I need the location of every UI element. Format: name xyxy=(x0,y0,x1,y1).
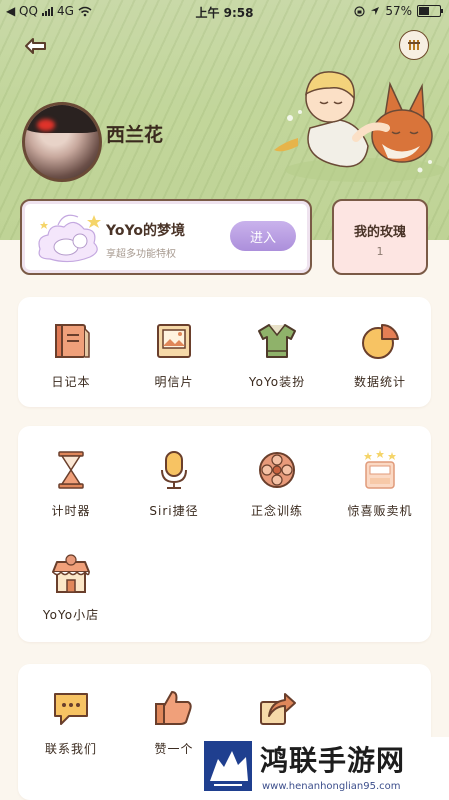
grid-item-diary[interactable]: 日记本 xyxy=(21,319,121,390)
grid-item-mindfulness[interactable]: 正念训练 xyxy=(227,448,327,519)
grid-item-timer[interactable]: 计时器 xyxy=(21,448,121,519)
grid-item-statistics[interactable]: 数据统计 xyxy=(330,319,430,390)
grid-item-postcard[interactable]: 明信片 xyxy=(124,319,224,390)
enter-button[interactable]: 进入 xyxy=(230,221,296,251)
my-roses-title: 我的玫瑰 xyxy=(353,225,406,240)
grid-item-siri[interactable]: Siri捷径 xyxy=(124,448,224,519)
site-watermark: 鸿联手游网 www.henanhonglian95.com xyxy=(198,737,449,800)
settings-button[interactable] xyxy=(399,30,429,60)
grid-item-contact[interactable]: 联系我们 xyxy=(21,686,121,757)
flower-icon xyxy=(259,452,295,488)
dream-card-title: YoYo的梦境 xyxy=(106,223,185,239)
grid-item-label: 明信片 xyxy=(154,375,194,389)
postcard-icon xyxy=(157,324,191,358)
my-roses-card[interactable]: 我的玫瑰 1 xyxy=(332,199,428,275)
shop-icon xyxy=(52,554,90,593)
share-icon xyxy=(260,693,296,725)
grid-item-label: YoYo小店 xyxy=(42,608,100,622)
watermark-title: 鸿联手游网 xyxy=(260,744,406,777)
grid-item-label: Siri捷径 xyxy=(149,504,199,518)
thumbs-up-icon xyxy=(155,691,192,725)
features-card-2: 计时器 Siri捷径 正念训练 惊喜贩卖机 YoYo小店 xyxy=(18,426,431,642)
sleeping-boy-fox-illustration xyxy=(274,71,445,182)
dream-card-subtitle: 享超多功能特权 xyxy=(106,249,176,260)
grid-item-shop[interactable]: YoYo小店 xyxy=(21,552,121,623)
grid-item-label: 日记本 xyxy=(51,375,91,389)
back-arrow-icon xyxy=(25,38,46,54)
avatar[interactable] xyxy=(22,102,102,182)
grid-item-share[interactable] xyxy=(227,686,327,740)
grid-item-label: 数据统计 xyxy=(353,375,406,389)
sweater-icon xyxy=(258,324,296,358)
features-card-1: 日记本 明信片 YoYo装扮 数据统计 xyxy=(18,297,431,407)
battery-percent: 57% xyxy=(385,4,412,18)
lock-rotation-icon xyxy=(354,5,365,17)
wolf-logo-icon xyxy=(204,741,252,791)
battery-icon xyxy=(417,5,443,17)
grid-item-label: YoYo装扮 xyxy=(248,375,306,389)
hourglass-icon xyxy=(58,451,84,489)
dream-cloud-illustration xyxy=(38,214,101,263)
chat-icon xyxy=(54,693,88,725)
grid-item-vending[interactable]: 惊喜贩卖机 xyxy=(330,448,430,519)
grid-item-dressup[interactable]: YoYo装扮 xyxy=(227,319,327,390)
microphone-icon xyxy=(161,451,187,489)
diary-icon xyxy=(55,324,90,358)
grid-item-label: 联系我们 xyxy=(44,742,97,756)
back-button[interactable] xyxy=(22,34,50,58)
menu-icon xyxy=(408,40,420,50)
location-icon xyxy=(371,7,380,15)
my-roses-count: 1 xyxy=(376,245,384,258)
pie-chart-icon xyxy=(362,323,399,359)
watermark-url: www.henanhonglian95.com xyxy=(262,781,401,792)
vending-machine-icon xyxy=(364,450,396,489)
grid-item-label: 计时器 xyxy=(51,504,91,518)
username: 西兰花 xyxy=(106,124,164,146)
status-bar: ◀ QQ 4G 上午 9:58 57% xyxy=(0,0,449,22)
grid-item-label: 惊喜贩卖机 xyxy=(347,504,413,518)
dream-card[interactable]: YoYo的梦境 享超多功能特权 进入 xyxy=(20,199,312,275)
grid-item-label: 正念训练 xyxy=(250,504,303,518)
